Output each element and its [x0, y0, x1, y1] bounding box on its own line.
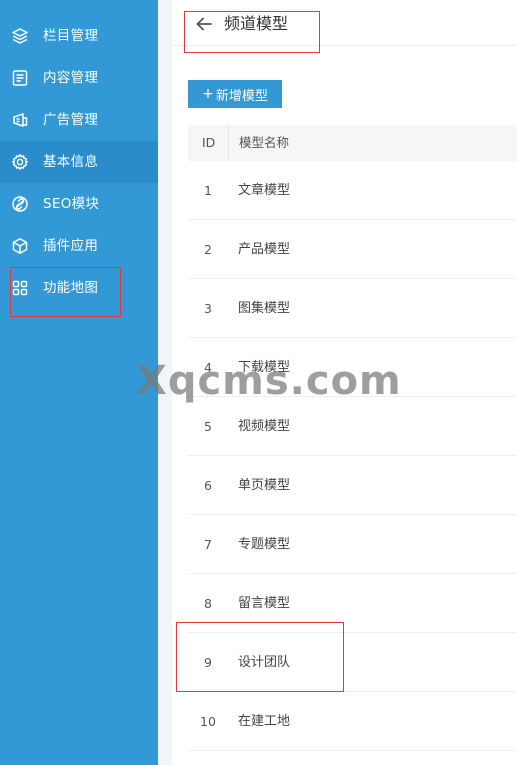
cube-icon: [11, 237, 29, 255]
row-name: 产品模型: [238, 242, 291, 257]
row-name: 专题模型: [238, 537, 291, 552]
table-row[interactable]: 8 留言模型: [188, 574, 517, 633]
row-name: 文章模型: [238, 183, 291, 198]
table-row[interactable]: 1 文章模型: [188, 161, 517, 220]
page-title: 频道模型: [224, 14, 289, 33]
sidebar-item-label: SEO模块: [43, 196, 100, 212]
table-row[interactable]: 3 图集模型: [188, 279, 517, 338]
link-icon: [11, 195, 29, 213]
sidebar-item-label: 基本信息: [43, 154, 99, 170]
page-header: 频道模型: [172, 0, 517, 46]
sidebar-item-label: 广告管理: [43, 112, 99, 128]
gear-icon: [11, 153, 29, 171]
sidebar-item-label: 内容管理: [43, 70, 99, 86]
sidebar-item-label: 栏目管理: [43, 28, 99, 44]
sidebar-item-feature-map[interactable]: 功能地图: [0, 267, 158, 309]
row-id: 4: [204, 360, 212, 375]
table-row[interactable]: 5 视频模型: [188, 397, 517, 456]
table-row[interactable]: 10 在建工地: [188, 692, 517, 751]
sidebar-item-content-management[interactable]: 内容管理: [0, 57, 158, 99]
row-id: 10: [200, 714, 216, 729]
plus-icon: +: [202, 86, 214, 102]
ad-icon: [11, 111, 29, 129]
column-header-id: ID: [202, 135, 216, 150]
column-divider: [228, 125, 229, 161]
row-id: 6: [204, 478, 212, 493]
table-row[interactable]: 6 单页模型: [188, 456, 517, 515]
table-header: ID 模型名称: [188, 125, 517, 161]
sidebar-item-column-management[interactable]: 栏目管理: [0, 15, 158, 57]
grid-icon: [11, 279, 29, 297]
sidebar-item-seo[interactable]: SEO模块: [0, 183, 158, 225]
table-row[interactable]: 9 设计团队: [188, 633, 517, 692]
row-id: 3: [204, 301, 212, 316]
add-model-label: 新增模型: [215, 88, 268, 104]
row-id: 1: [204, 183, 212, 198]
table-row[interactable]: 4 下载模型: [188, 338, 517, 397]
add-model-button[interactable]: + 新增模型: [188, 80, 282, 108]
row-name: 下载模型: [238, 360, 291, 375]
row-name: 留言模型: [238, 596, 291, 611]
row-id: 2: [204, 242, 212, 257]
back-arrow-icon[interactable]: [194, 14, 214, 34]
sidebar-item-label: 插件应用: [43, 238, 99, 254]
sidebar-item-plugins[interactable]: 插件应用: [0, 225, 158, 267]
sidebar: 栏目管理 内容管理 广告管理 基本信息 SEO模块 插件应用 功能地图: [0, 0, 158, 765]
document-icon: [11, 69, 29, 87]
sidebar-item-basic-info[interactable]: 基本信息: [0, 141, 158, 183]
sidebar-item-ad-management[interactable]: 广告管理: [0, 99, 158, 141]
table-row[interactable]: 2 产品模型: [188, 220, 517, 279]
row-id: 9: [204, 655, 212, 670]
row-id: 5: [204, 419, 212, 434]
row-id: 8: [204, 596, 212, 611]
table-row[interactable]: 7 专题模型: [188, 515, 517, 574]
row-id: 7: [204, 537, 212, 552]
row-name: 视频模型: [238, 419, 291, 434]
layers-icon: [11, 27, 29, 45]
main-panel: 频道模型 + 新增模型 ID 模型名称 1 文章模型 2 产品模型 3 图集模型: [172, 0, 517, 765]
row-name: 设计团队: [238, 655, 291, 670]
row-name: 在建工地: [238, 714, 291, 729]
row-name: 单页模型: [238, 478, 291, 493]
sidebar-item-label: 功能地图: [43, 280, 99, 296]
row-name: 图集模型: [238, 301, 291, 316]
column-header-name: 模型名称: [239, 135, 290, 150]
